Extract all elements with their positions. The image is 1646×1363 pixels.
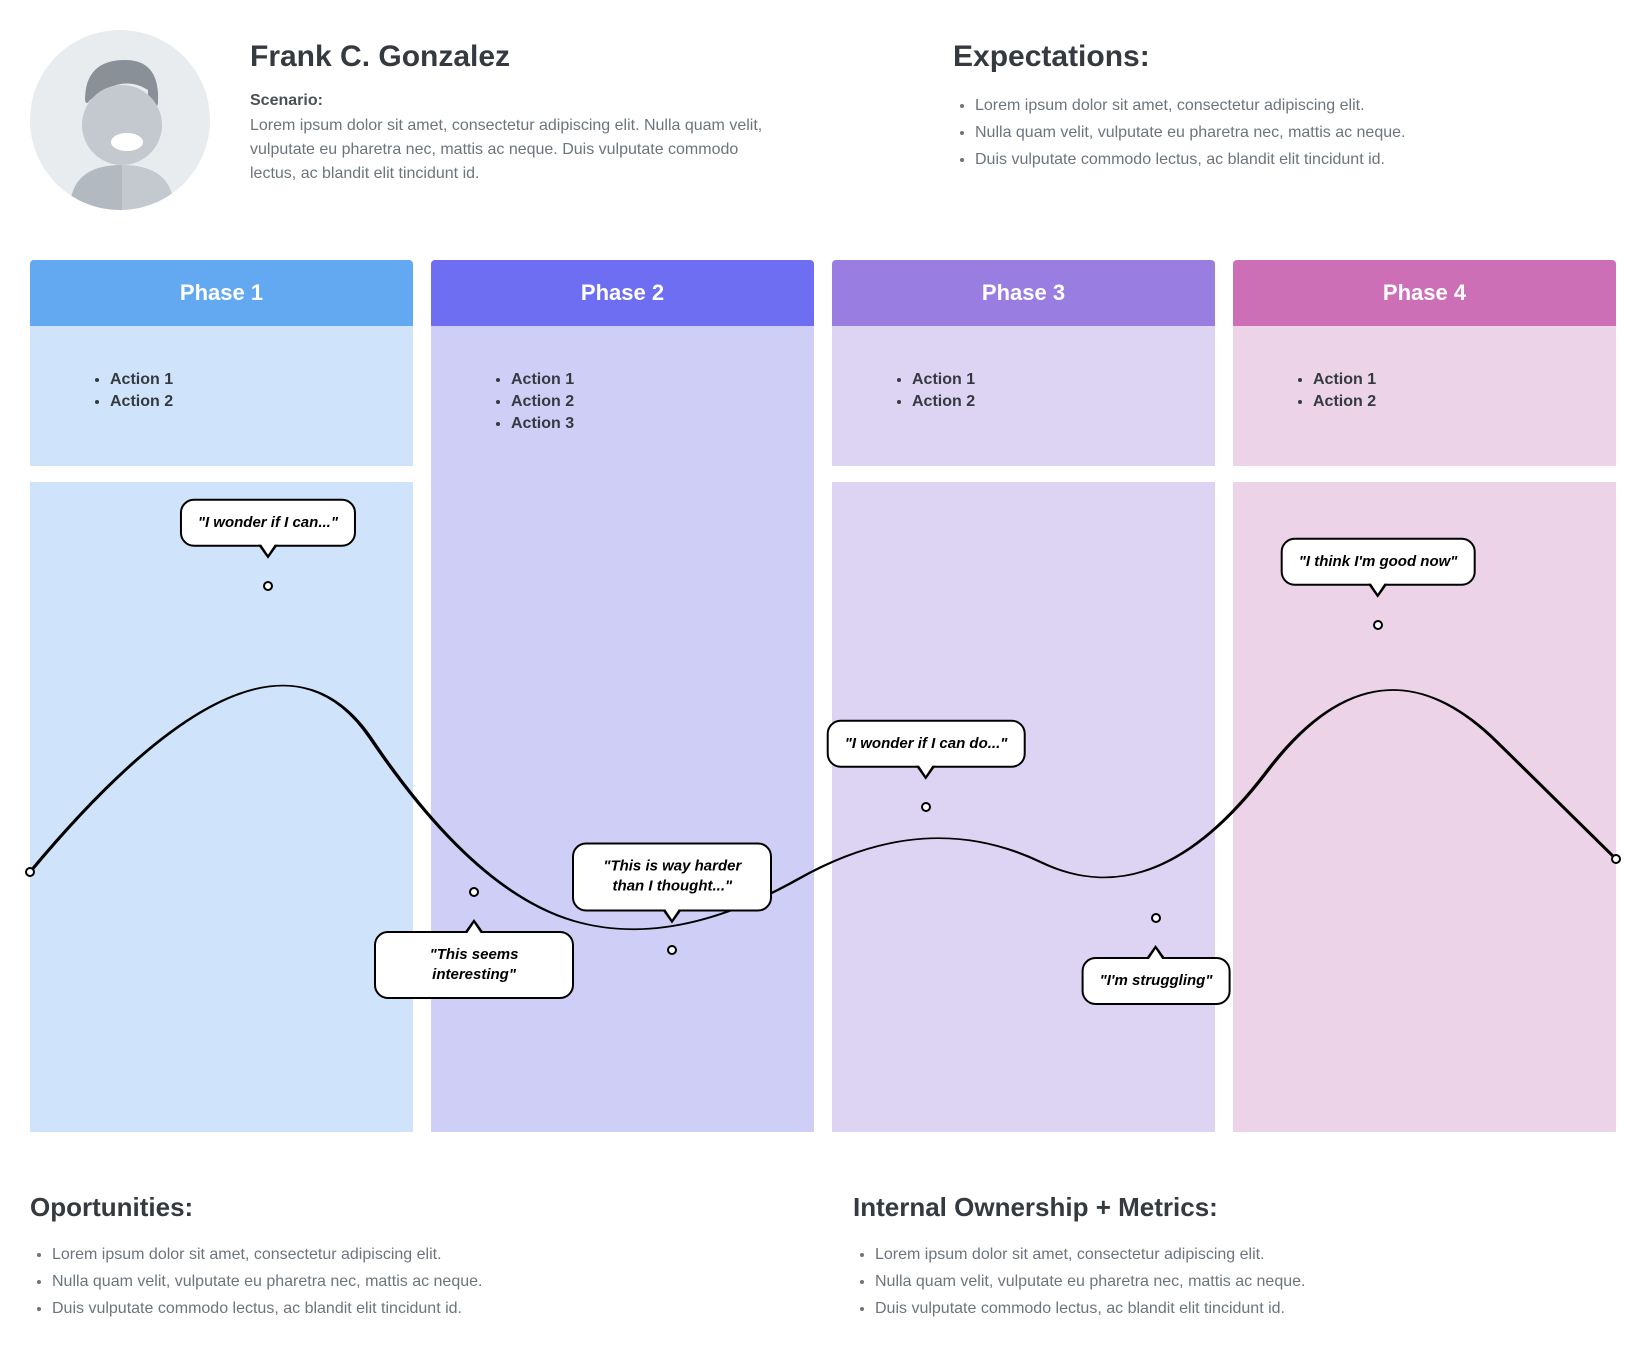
phase-body: Action 1 Action 2 bbox=[1233, 326, 1616, 466]
expectation-item: Nulla quam velit, vulputate eu pharetra … bbox=[975, 119, 1616, 146]
phase-action: Action 3 bbox=[511, 415, 754, 433]
opportunity-item: Lorem ipsum dolor sit amet, consectetur … bbox=[52, 1241, 793, 1268]
scenario-label: Scenario: bbox=[250, 92, 913, 110]
opportunity-item: Duis vulputate commodo lectus, ac blandi… bbox=[52, 1295, 793, 1322]
ownership-title: Internal Ownership + Metrics: bbox=[853, 1192, 1616, 1223]
phase-action: Action 2 bbox=[110, 393, 353, 411]
persona-block: Frank C. Gonzalez Scenario: Lorem ipsum … bbox=[250, 30, 913, 186]
phase-body: Action 1 Action 2 bbox=[30, 326, 413, 466]
phase-body: Action 1 Action 2 bbox=[832, 326, 1215, 466]
phase-action: Action 1 bbox=[511, 371, 754, 389]
footer: Oportunities: Lorem ipsum dolor sit amet… bbox=[30, 1192, 1616, 1323]
phase-action: Action 1 bbox=[912, 371, 1155, 389]
phase-body: Action 1 Action 2 Action 3 bbox=[431, 326, 814, 482]
phase-col-4: Phase 4 Action 1 Action 2 bbox=[1233, 260, 1616, 482]
ownership-item: Duis vulputate commodo lectus, ac blandi… bbox=[875, 1295, 1616, 1322]
phase-col-3: Phase 3 Action 1 Action 2 bbox=[832, 260, 1215, 482]
expectations-block: Expectations: Lorem ipsum dolor sit amet… bbox=[953, 30, 1616, 174]
phase-col-2: Phase 2 Action 1 Action 2 Action 3 bbox=[431, 260, 814, 482]
ownership-block: Internal Ownership + Metrics: Lorem ipsu… bbox=[853, 1192, 1616, 1323]
phase-row: Phase 1 Action 1 Action 2 Phase 2 Action… bbox=[30, 260, 1616, 482]
expectation-item: Lorem ipsum dolor sit amet, consectetur … bbox=[975, 92, 1616, 119]
journey-chart: "I wonder if I can...""This seems intere… bbox=[30, 482, 1616, 1132]
phase-header: Phase 3 bbox=[832, 260, 1215, 326]
phase-action: Action 2 bbox=[912, 393, 1155, 411]
phase-action: Action 2 bbox=[1313, 393, 1556, 411]
avatar-icon bbox=[30, 30, 210, 210]
opportunities-block: Oportunities: Lorem ipsum dolor sit amet… bbox=[30, 1192, 793, 1323]
scenario-text: Lorem ipsum dolor sit amet, consectetur … bbox=[250, 114, 770, 186]
phase-action: Action 1 bbox=[110, 371, 353, 389]
opportunities-title: Oportunities: bbox=[30, 1192, 793, 1223]
persona-name: Frank C. Gonzalez bbox=[250, 40, 913, 74]
phase-action: Action 2 bbox=[511, 393, 754, 411]
journey-curve bbox=[30, 482, 1616, 1132]
phase-header: Phase 2 bbox=[431, 260, 814, 326]
expectations-list: Lorem ipsum dolor sit amet, consectetur … bbox=[953, 92, 1616, 174]
phase-col-1: Phase 1 Action 1 Action 2 bbox=[30, 260, 413, 482]
ownership-item: Lorem ipsum dolor sit amet, consectetur … bbox=[875, 1241, 1616, 1268]
avatar bbox=[30, 30, 210, 210]
expectations-title: Expectations: bbox=[953, 40, 1616, 74]
phase-action: Action 1 bbox=[1313, 371, 1556, 389]
phase-header: Phase 1 bbox=[30, 260, 413, 326]
phase-header: Phase 4 bbox=[1233, 260, 1616, 326]
header: Frank C. Gonzalez Scenario: Lorem ipsum … bbox=[30, 30, 1616, 210]
expectation-item: Duis vulputate commodo lectus, ac blandi… bbox=[975, 146, 1616, 173]
